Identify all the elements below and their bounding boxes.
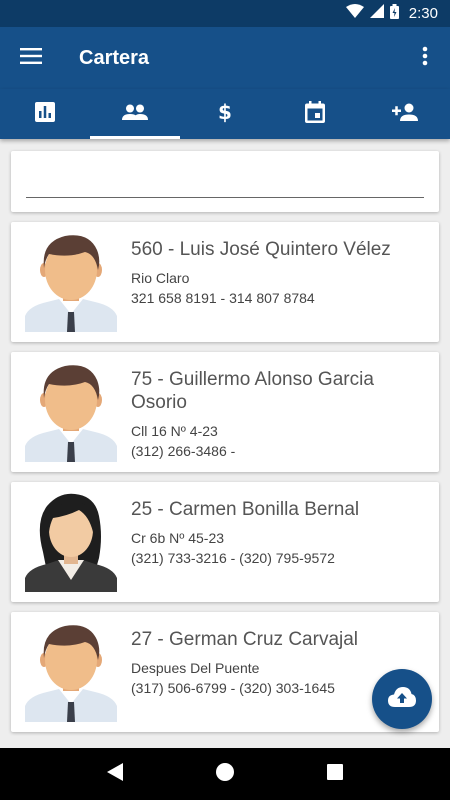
search-card [11,151,439,212]
client-info: 560 - Luis José Quintero Vélez Rio Claro… [117,232,403,332]
upload-fab-button[interactable] [372,669,432,729]
page-title: Cartera [79,46,150,69]
client-info: 25 - Carmen Bonilla Bernal Cr 6b Nº 45-2… [117,492,371,592]
tab-add-client[interactable] [360,89,450,139]
people-icon [122,104,148,125]
app-bar: Cartera [0,27,450,89]
client-address: Despues Del Puente [131,660,260,676]
client-phones: 321 658 8191 - 314 807 8784 [131,290,315,306]
male-avatar-icon [25,622,117,722]
hamburger-menu-icon [20,47,42,69]
client-info: 27 - German Cruz Carvajal Despues Del Pu… [117,622,370,722]
cloud-upload-icon [388,686,416,712]
dollar-icon: $ [218,100,232,128]
wifi-icon [345,4,364,23]
client-info: 75 - Guillermo Alonso Garcia Osorio Cll … [117,362,439,462]
bar-chart-icon [35,101,55,127]
client-address: Cll 16 Nº 4-23 [131,423,218,439]
female-avatar-icon [25,492,117,592]
overflow-menu-button[interactable] [400,27,450,89]
tab-payments[interactable]: $ [180,89,270,139]
tab-statistics[interactable] [0,89,90,139]
back-icon[interactable] [106,762,123,786]
client-address: Rio Claro [131,270,190,286]
menu-button[interactable] [0,27,62,89]
recents-icon[interactable] [327,763,344,785]
calendar-icon [305,100,325,128]
client-address: Cr 6b Nº 45-23 [131,530,225,546]
add-person-icon [392,103,418,126]
client-card[interactable]: 27 - German Cruz Carvajal Despues Del Pu… [11,612,439,732]
client-phones: (317) 506-6799 - (320) 303-1645 [131,680,335,696]
battery-icon [389,3,399,24]
status-bar: 2:30 [0,0,450,27]
client-card[interactable]: 25 - Carmen Bonilla Bernal Cr 6b Nº 45-2… [11,482,439,602]
system-nav-bar [0,748,450,800]
cell-signal-icon [369,4,384,23]
client-name: 75 - Guillermo Alonso Garcia Osorio [131,369,374,413]
client-card[interactable]: 75 - Guillermo Alonso Garcia Osorio Cll … [11,352,439,472]
client-name: 27 - German Cruz Carvajal [131,629,359,650]
client-name: 560 - Luis José Quintero Vélez [131,239,391,260]
tab-clients[interactable] [90,89,180,139]
status-time: 2:30 [408,5,438,22]
client-list-container[interactable]: 560 - Luis José Quintero Vélez Rio Claro… [0,139,450,748]
client-phones: (321) 733-3216 - (320) 795-9572 [131,550,335,566]
male-avatar-icon [25,362,117,462]
client-phones: (312) 266-3486 - [131,443,236,459]
tab-calendar[interactable] [270,89,360,139]
tab-bar: $ [0,89,450,139]
svg-text:$: $ [218,101,232,123]
home-icon[interactable] [215,762,234,786]
search-input[interactable] [26,168,424,198]
client-card[interactable]: 560 - Luis José Quintero Vélez Rio Claro… [11,222,439,342]
more-vert-icon [422,46,428,71]
male-avatar-icon [25,232,117,332]
client-name: 25 - Carmen Bonilla Bernal [131,499,360,520]
